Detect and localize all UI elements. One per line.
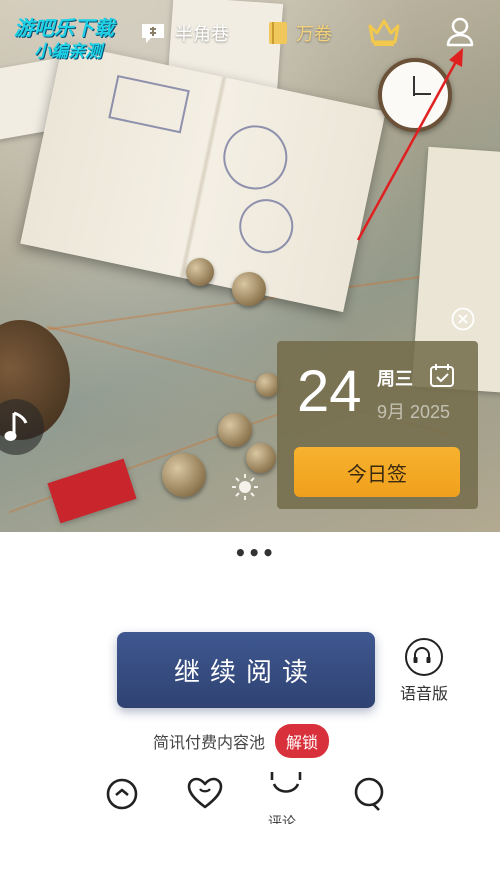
daily-sign-button[interactable]: 今日签	[294, 447, 460, 497]
headphones-icon	[405, 638, 443, 676]
heart-icon[interactable]	[185, 774, 225, 814]
comment-label: 评论	[268, 815, 296, 824]
day-number: 24	[297, 359, 362, 424]
sign-in-card: 24 周三 9月 2025 今日签	[277, 341, 478, 509]
unlock-button[interactable]: 解锁	[275, 724, 330, 758]
audio-version-label: 语音版	[399, 684, 448, 703]
annotation-arrow	[356, 48, 463, 241]
continue-reading-button[interactable]: 继续阅读	[117, 632, 375, 708]
meh-face-icon[interactable]	[104, 774, 144, 814]
close-icon[interactable]	[451, 307, 475, 331]
promo-row: 简讯付费内容池 解锁	[153, 724, 330, 758]
search-icon[interactable]	[351, 774, 391, 814]
brightness-icon[interactable]	[230, 472, 260, 506]
music-note-icon	[4, 409, 32, 449]
smile-comment-icon[interactable]	[266, 768, 306, 808]
calendar-check-icon[interactable]	[429, 363, 455, 393]
audio-version-button[interactable]: 语音版	[392, 636, 456, 706]
weekday: 周三	[377, 369, 413, 390]
month-year: 9月 2025	[377, 402, 451, 422]
promo-text: 简讯付费内容池	[153, 733, 266, 752]
more-icon[interactable]: •••	[234, 541, 275, 565]
